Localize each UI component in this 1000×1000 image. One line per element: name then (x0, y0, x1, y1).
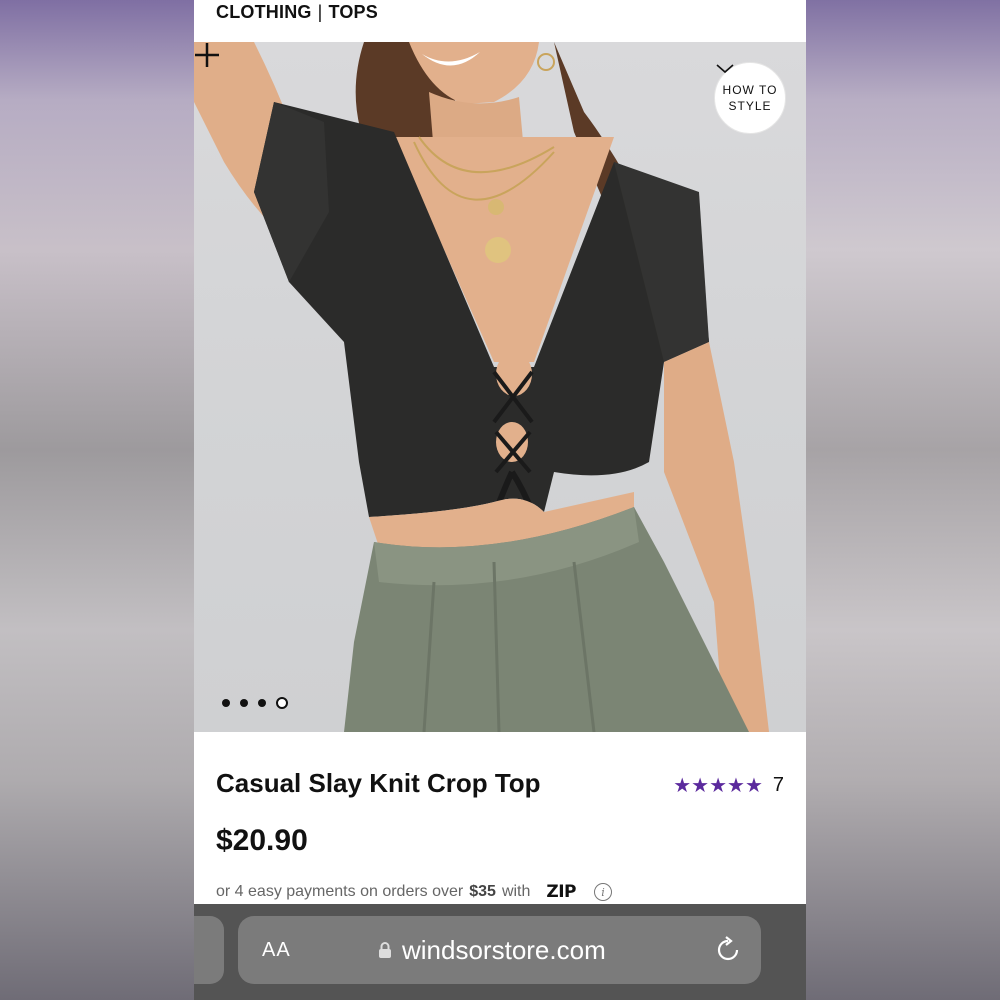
product-title: Casual Slay Knit Crop Top (216, 768, 541, 798)
carousel-dot[interactable] (258, 699, 266, 707)
url-text: windsorstore.com (402, 934, 606, 965)
how-to-line2: STYLE (728, 99, 772, 113)
browser-toolbar: AA windsorstore.com (194, 904, 806, 1000)
product-price: $20.90 (216, 824, 308, 857)
installments-amount: $35 (469, 883, 496, 900)
how-to-style-button[interactable]: HOW TO STYLE (714, 62, 786, 134)
breadcrumb-clothing[interactable]: CLOTHING (216, 0, 312, 24)
product-photo-illustration (194, 42, 769, 732)
previous-tab-stub[interactable] (194, 916, 224, 984)
chevron-down-icon (716, 64, 734, 74)
reader-settings-button[interactable]: AA (262, 939, 291, 962)
carousel-dots (222, 697, 288, 709)
product-image[interactable]: HOW TO STYLE (194, 42, 806, 732)
address-bar[interactable]: AA windsorstore.com (238, 916, 761, 984)
review-count: 7 (772, 774, 784, 796)
breadcrumb-tops[interactable]: TOPS (328, 0, 377, 24)
installments-prefix: or 4 easy payments on orders over (216, 883, 464, 900)
carousel-dot-active[interactable] (276, 697, 288, 709)
carousel-dot[interactable] (240, 699, 248, 707)
breadcrumb-separator: | (317, 2, 323, 22)
lock-icon (379, 942, 391, 958)
background-blur-right (806, 0, 1000, 1000)
background-blur-left (0, 0, 194, 1000)
plus-icon[interactable] (194, 42, 220, 68)
info-icon[interactable]: i (594, 883, 613, 901)
breadcrumb: CLOTHING | TOPS (216, 0, 378, 40)
reload-icon[interactable] (713, 935, 743, 965)
how-to-line1: HOW TO (722, 83, 778, 97)
carousel-dot[interactable] (222, 699, 230, 707)
product-rating[interactable]: ★★★★★ 7 (673, 773, 784, 798)
url-display[interactable]: windsorstore.com (378, 935, 606, 966)
phone-screen: CLOTHING | TOPS HOW TO STYLE Casual Slay… (194, 0, 806, 1000)
star-rating-icon: ★★★★★ (673, 775, 763, 797)
installments-suffix: with (501, 883, 531, 900)
zip-logo: ZIP (546, 882, 577, 902)
installment-info: or 4 easy payments on orders over $35 wi… (216, 882, 613, 902)
